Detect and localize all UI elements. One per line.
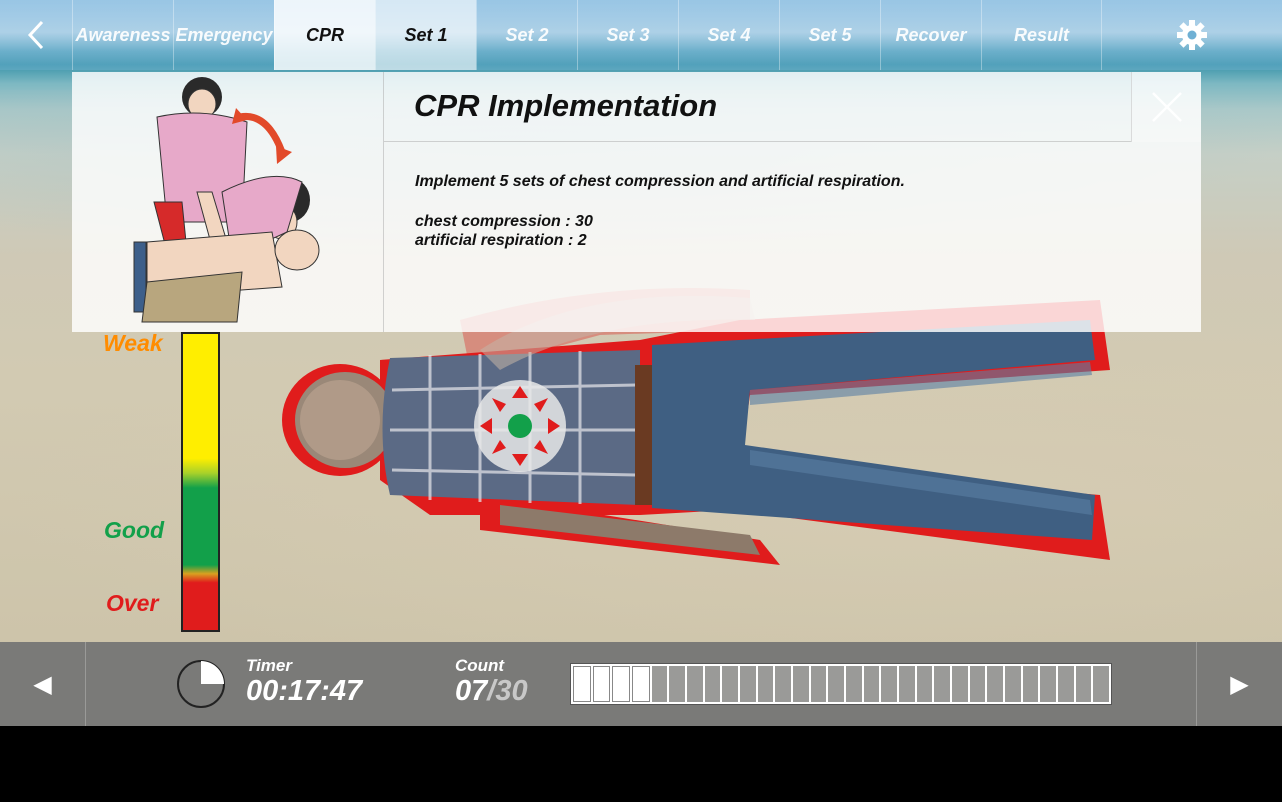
gauge-weak-label: Weak	[103, 330, 163, 356]
progress-segment	[934, 666, 951, 702]
progress-segment	[1005, 666, 1021, 702]
timer-icon	[177, 660, 225, 708]
tab-cpr[interactable]: CPR	[274, 0, 375, 70]
settings-button[interactable]	[1101, 0, 1282, 70]
arrow-right-icon: ▶	[1230, 670, 1249, 698]
instruction-respiration: artificial respiration : 2	[415, 232, 587, 249]
tab-set-2[interactable]: Set 2	[476, 0, 577, 70]
progress-segment	[846, 666, 862, 702]
progress-segment	[899, 666, 915, 702]
progress-segment	[828, 666, 845, 702]
status-bar: ◀ Timer 00:17:47 Count 07/30 ▶	[0, 642, 1282, 726]
previous-button[interactable]: ◀	[0, 642, 86, 726]
cpr-illustration	[72, 72, 384, 332]
progress-segment	[987, 666, 1004, 702]
instruction-panel: CPR Implementation Implement 5 sets of c…	[72, 72, 1201, 332]
progress-segment	[1093, 666, 1110, 702]
gear-icon	[1177, 20, 1207, 50]
progress-segment	[1022, 666, 1039, 702]
progress-segment	[632, 666, 650, 702]
back-button[interactable]	[0, 0, 72, 70]
tab-set-3[interactable]: Set 3	[577, 0, 678, 70]
progress-segment	[573, 666, 591, 702]
tab-emergency[interactable]: Emergency	[173, 0, 274, 70]
compression-target[interactable]	[474, 380, 566, 472]
progress-segment	[952, 666, 968, 702]
count-value: 07/30	[455, 675, 528, 708]
compression-progress-bar	[570, 663, 1112, 705]
progress-segment	[775, 666, 792, 702]
next-button[interactable]: ▶	[1196, 642, 1282, 726]
progress-segment	[740, 666, 756, 702]
tab-result[interactable]: Result	[981, 0, 1101, 70]
timer-value: 00:17:47	[246, 675, 363, 707]
close-icon	[1151, 92, 1182, 122]
progress-segment	[916, 666, 933, 702]
tab-awareness[interactable]: Awareness	[72, 0, 173, 70]
tab-set-4[interactable]: Set 4	[678, 0, 779, 70]
instruction-text: Implement 5 sets of chest compression an…	[415, 172, 1175, 250]
gauge-good-label: Good	[104, 517, 165, 543]
cpr-training-screen: Awareness Emergency CPR Set 1 Set 2 Set …	[0, 0, 1282, 802]
tab-set-1[interactable]: Set 1	[375, 0, 476, 70]
progress-segment	[793, 666, 809, 702]
footer-bar	[0, 726, 1282, 802]
progress-segment	[722, 666, 739, 702]
arrow-left-icon: ◀	[33, 670, 52, 698]
progress-segment	[612, 666, 631, 702]
progress-segment	[1040, 666, 1057, 702]
count-done: 07	[455, 675, 488, 707]
progress-segment	[881, 666, 898, 702]
instruction-line: Implement 5 sets of chest compression an…	[415, 173, 905, 190]
page-title: CPR Implementation	[414, 88, 718, 123]
progress-segment	[757, 666, 774, 702]
progress-segment	[669, 666, 686, 702]
pressure-gauge	[181, 332, 220, 632]
gauge-over-label: Over	[106, 590, 159, 616]
panel-title-bar: CPR Implementation	[384, 72, 1131, 142]
progress-segment	[810, 666, 827, 702]
progress-segment	[651, 666, 668, 702]
instruction-compression: chest compression : 30	[415, 213, 593, 230]
progress-segment	[969, 666, 986, 702]
count-label: Count	[455, 656, 505, 675]
timer-label: Timer	[246, 656, 292, 675]
chevron-left-icon	[27, 20, 44, 50]
progress-segment	[592, 666, 611, 702]
close-button[interactable]	[1131, 72, 1201, 142]
progress-segment	[687, 666, 703, 702]
progress-segment	[1075, 666, 1092, 702]
tab-set-5[interactable]: Set 5	[779, 0, 880, 70]
progress-segment	[863, 666, 880, 702]
cpr-illustration-image	[133, 77, 320, 323]
progress-segment	[1058, 666, 1074, 702]
count-total: /30	[487, 675, 528, 707]
top-navigation: Awareness Emergency CPR Set 1 Set 2 Set …	[0, 0, 1282, 70]
tab-recover[interactable]: Recover	[880, 0, 981, 70]
progress-segment	[704, 666, 721, 702]
